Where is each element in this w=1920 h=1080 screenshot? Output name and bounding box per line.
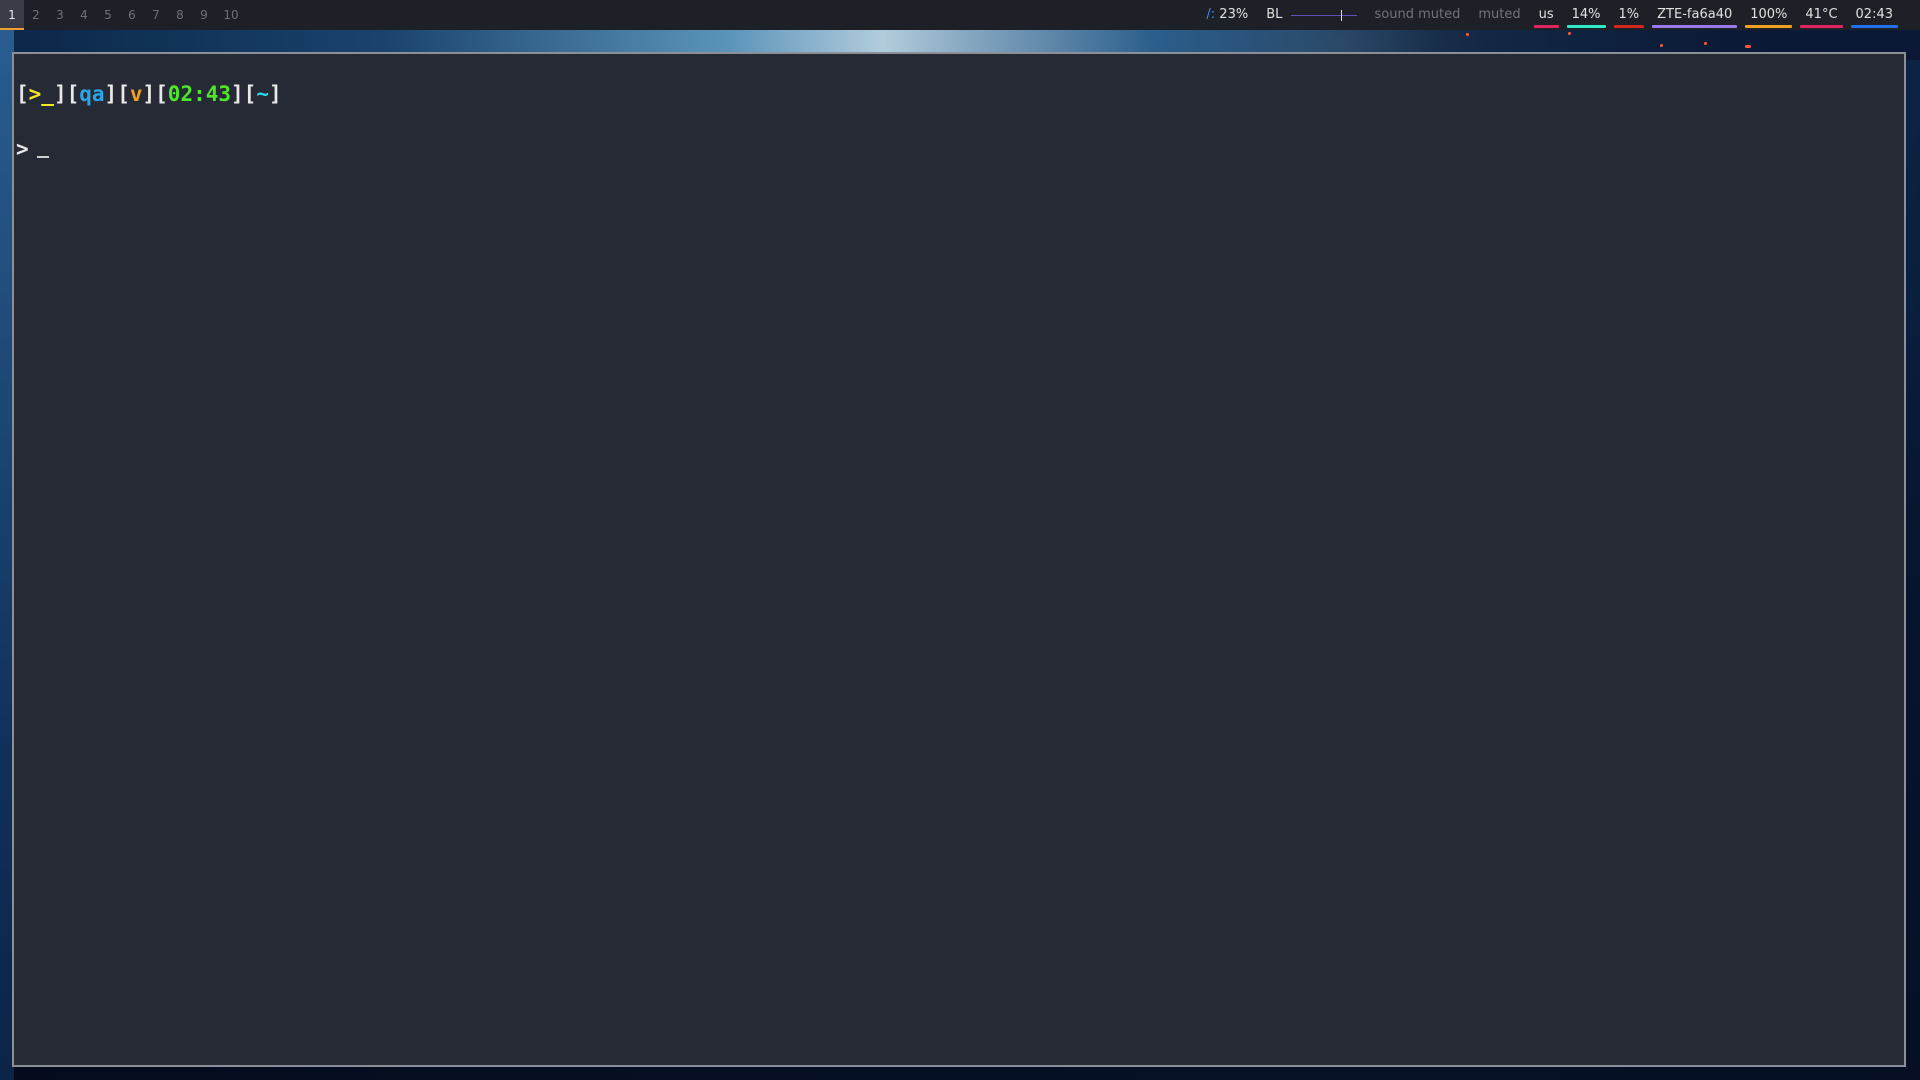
wifi-underline [1652,25,1738,28]
memory-underline [1613,25,1645,28]
terminal-window[interactable]: [>_][qa][v][02:43][~] > [12,52,1906,1067]
battery-value: 100% [1750,7,1788,22]
workspace-4[interactable]: 4 [72,0,96,30]
wallpaper-sparkle [1568,32,1571,35]
wallpaper-sparkle [1466,33,1469,36]
wallpaper-sparkle [1660,44,1663,47]
disk-value: 23% [1219,7,1249,22]
workspace-list: 1 2 3 4 5 6 7 8 9 10 [0,0,246,30]
status-bar: 1 2 3 4 5 6 7 8 9 10 /: 23% BL sound mut… [0,0,1920,30]
workspace-9[interactable]: 9 [192,0,216,30]
memory-usage[interactable]: 1% [1610,0,1649,30]
shell-prompt: [>_][qa][v][02:43][~] [16,82,282,106]
clock[interactable]: 02:43 [1847,0,1902,30]
cpu-underline [1566,25,1606,28]
wifi-network[interactable]: ZTE-fa6a40 [1648,0,1741,30]
prompt-directory: ~ [256,82,269,106]
temperature-underline [1800,25,1843,28]
prompt-user: qa [79,82,105,106]
prompt-time: 02:43 [167,82,232,106]
workspace-2[interactable]: 2 [24,0,48,30]
sound-status[interactable]: sound muted [1366,0,1470,30]
wallpaper-sparkle [1745,45,1751,48]
keyboard-layout-value: us [1538,7,1554,22]
temperature-value: 41°C [1805,7,1838,22]
keyboard-layout[interactable]: us [1530,0,1563,30]
workspace-6[interactable]: 6 [120,0,144,30]
clock-value: 02:43 [1855,7,1893,22]
battery[interactable]: 100% [1741,0,1796,30]
backlight[interactable]: BL [1257,0,1365,30]
workspace-5[interactable]: 5 [96,0,120,30]
text-cursor [36,142,49,158]
backlight-label: BL [1266,7,1283,22]
backlight-track [1290,14,1357,16]
command-input-line[interactable]: > [16,137,49,161]
temperature[interactable]: 41°C [1796,0,1846,30]
status-blocks: /: 23% BL sound muted muted us 14% 1% ZT… [1197,0,1920,30]
workspace-1[interactable]: 1 [0,0,24,30]
prompt-terminal-icon: >_ [28,82,54,106]
keyboard-underline [1533,25,1559,28]
mic-status[interactable]: muted [1469,0,1529,30]
backlight-knob[interactable] [1340,9,1342,21]
prompt-mode: v [129,82,143,106]
wifi-value: ZTE-fa6a40 [1657,7,1733,22]
battery-underline [1745,25,1793,28]
input-marker: > [16,137,29,161]
clock-underline [1850,25,1898,28]
workspace-10[interactable]: 10 [216,0,246,30]
backlight-slider[interactable] [1290,9,1357,21]
cpu-value: 14% [1571,7,1601,22]
wallpaper-sparkle [1704,42,1707,45]
disk-usage[interactable]: /: 23% [1197,0,1257,30]
memory-value: 1% [1618,7,1640,22]
workspace-8[interactable]: 8 [168,0,192,30]
workspace-3[interactable]: 3 [48,0,72,30]
workspace-7[interactable]: 7 [144,0,168,30]
cpu-usage[interactable]: 14% [1563,0,1610,30]
disk-icon: /: [1206,7,1216,22]
